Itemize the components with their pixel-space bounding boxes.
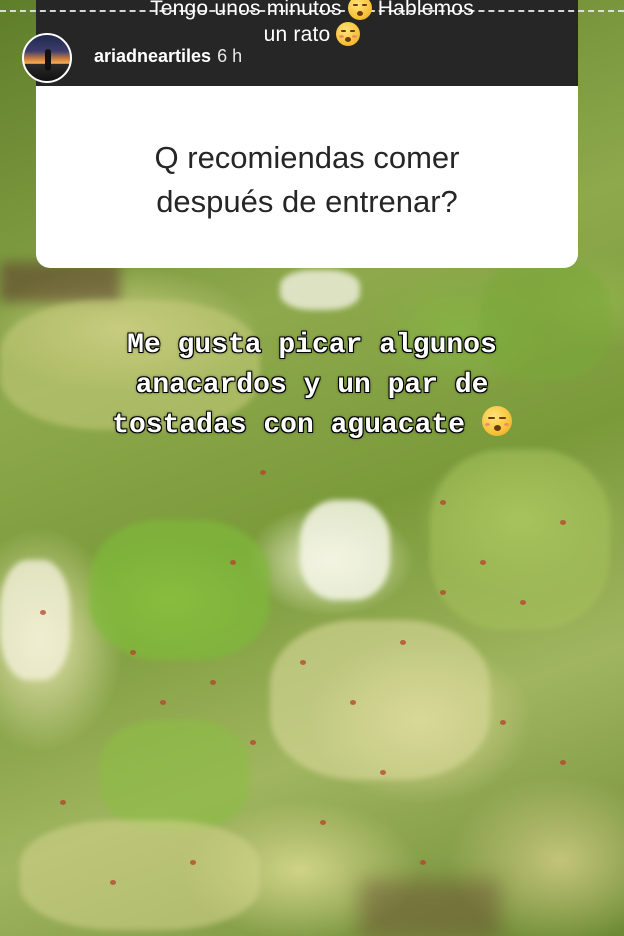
kissing-closed-eyes-emoji-icon	[336, 22, 361, 46]
paprika-speck	[110, 880, 116, 885]
avocado-chunk	[20, 820, 260, 930]
avocado-chunk	[270, 620, 490, 780]
paprika-speck	[500, 720, 506, 725]
paprika-speck	[230, 560, 236, 565]
story-header: Tengo unos minutos Hablemos un rato aria…	[0, 0, 624, 86]
answer-line-1: Me gusta picar algunos	[127, 330, 497, 361]
paprika-speck	[380, 770, 386, 775]
paprika-speck	[560, 760, 566, 765]
paprika-speck	[40, 610, 46, 615]
story-caption: Tengo unos minutos Hablemos un rato	[0, 0, 624, 48]
egg-white-chunk	[300, 500, 390, 600]
paprika-speck	[300, 660, 306, 665]
answer-line-3-wrap: tostadas con aguacate	[0, 406, 624, 446]
question-text: Q recomiendas comer después de entrenar?	[36, 136, 578, 224]
caption-text-line2: un rato	[263, 23, 331, 46]
caption-text-end: Hablemos	[377, 0, 474, 20]
question-line-1: Q recomiendas comer	[154, 140, 460, 175]
paprika-speck	[160, 700, 166, 705]
paprika-speck	[440, 500, 446, 505]
paprika-speck	[250, 740, 256, 745]
toast-crust-bottom-area	[360, 880, 500, 936]
paprika-speck	[440, 590, 446, 595]
story-user[interactable]: ariadneartiles 6 h	[94, 46, 242, 67]
username-label[interactable]: ariadneartiles	[94, 46, 211, 66]
paprika-speck	[560, 520, 566, 525]
grinning-sweat-emoji-icon	[347, 0, 372, 20]
post-time: 6 h	[217, 46, 243, 66]
egg-white-chunk	[0, 560, 70, 680]
paprika-speck	[130, 650, 136, 655]
paprika-speck	[400, 640, 406, 645]
egg-white-chunk	[280, 270, 360, 310]
paprika-speck	[420, 860, 426, 865]
question-sticker-card: Q recomiendas comer después de entrenar?	[36, 86, 578, 268]
paprika-speck	[60, 800, 66, 805]
paprika-speck	[190, 860, 196, 865]
avocado-chunk	[100, 720, 250, 830]
question-line-2: después de entrenar?	[156, 184, 458, 219]
caption-text-start: Tengo unos minutos	[150, 0, 342, 20]
paprika-speck	[320, 820, 326, 825]
answer-line-2: anacardos y un par de	[135, 370, 489, 401]
paprika-speck	[210, 680, 216, 685]
paprika-speck	[480, 560, 486, 565]
paprika-speck	[260, 470, 266, 475]
answer-text: Me gusta picar algunos anacardos y un pa…	[0, 326, 624, 446]
kissing-closed-eyes-emoji-icon	[481, 406, 512, 436]
avocado-chunk	[90, 520, 270, 660]
toast-crust-dark-area	[0, 262, 120, 302]
paprika-speck	[350, 700, 356, 705]
user-avatar[interactable]	[22, 33, 72, 83]
paprika-speck	[520, 600, 526, 605]
answer-line-3: tostadas con aguacate	[112, 410, 466, 441]
